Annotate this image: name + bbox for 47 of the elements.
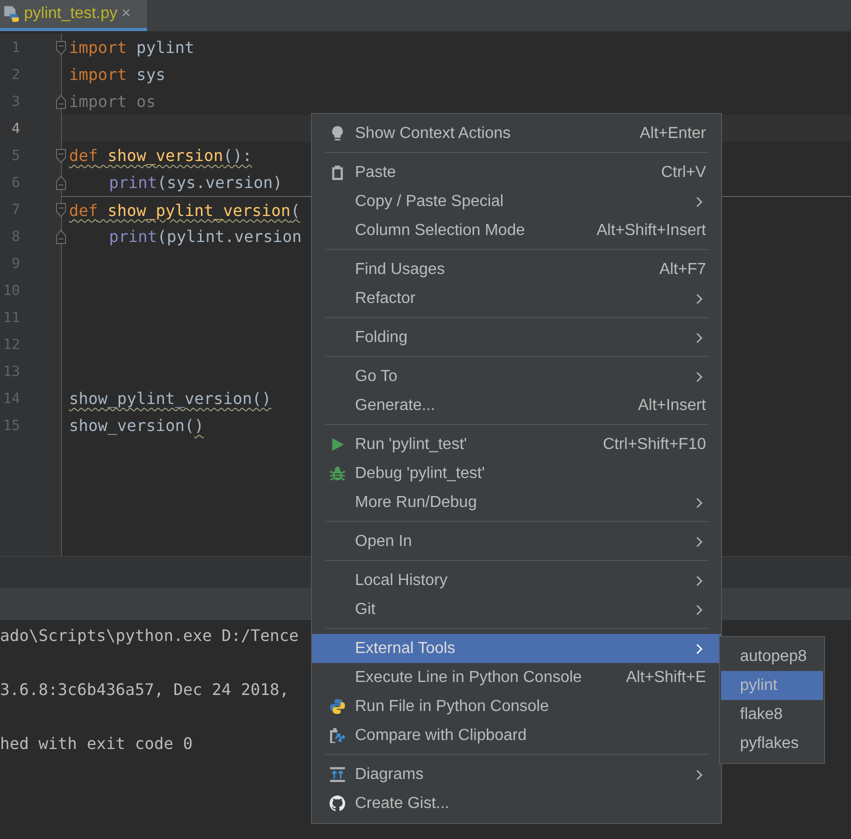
menu-item[interactable]: Git: [312, 595, 721, 624]
line-number: 4: [10, 120, 20, 136]
menu-item[interactable]: Refactor: [312, 284, 721, 313]
menu-item[interactable]: Compare with Clipboard: [312, 721, 721, 750]
menu-item[interactable]: Open In: [312, 527, 721, 556]
code-line: import os: [69, 92, 156, 111]
fold-icon[interactable]: [56, 176, 66, 190]
menu-item[interactable]: Local History: [312, 566, 721, 595]
code-line: show_version(): [69, 416, 204, 435]
menu-item[interactable]: pyflakes: [721, 729, 823, 758]
close-icon[interactable]: ×: [121, 6, 131, 22]
menu-item[interactable]: Folding: [312, 323, 721, 352]
menu-item[interactable]: Debug 'pylint_test': [312, 459, 721, 488]
fold-icon[interactable]: [56, 230, 66, 244]
fold-icon[interactable]: [56, 148, 66, 162]
menu-item[interactable]: External Tools: [312, 634, 721, 663]
code-line: import pylint: [69, 38, 194, 57]
tab-label: pylint_test.py: [24, 5, 118, 23]
menu-item[interactable]: Create Gist...: [312, 789, 721, 818]
fold-icon[interactable]: [56, 202, 66, 216]
menu-item[interactable]: Paste Ctrl+V: [312, 158, 721, 187]
menu-item[interactable]: Run 'pylint_test' Ctrl+Shift+F10: [312, 430, 721, 459]
python-file-icon: [2, 5, 20, 23]
code-line: def show_pylint_version(: [69, 200, 300, 220]
menu-item[interactable]: Generate... Alt+Insert: [312, 391, 721, 420]
menu-item[interactable]: autopep8: [721, 642, 823, 671]
menu-item[interactable]: Run File in Python Console: [312, 692, 721, 721]
code-line: print(sys.version): [108, 173, 282, 192]
console-line: hed with exit code 0: [0, 734, 193, 752]
menu-item[interactable]: Execute Line in Python Console Alt+Shift+E: [312, 663, 721, 692]
file-tab[interactable]: pylint_test.py ×: [0, 0, 147, 31]
menu-item[interactable]: flake8: [721, 700, 823, 729]
code-line: print(pylint.version: [108, 227, 302, 246]
menu-item[interactable]: Find Usages Alt+F7: [312, 255, 721, 284]
menu-item[interactable]: Show Context Actions Alt+Enter: [312, 119, 721, 148]
menu-item[interactable]: Column Selection Mode Alt+Shift+Insert: [312, 216, 721, 245]
code-line: def show_version():: [69, 146, 252, 165]
fold-icon[interactable]: [56, 94, 66, 108]
menu-item[interactable]: Copy / Paste Special: [312, 187, 721, 216]
menu-item[interactable]: Go To: [312, 362, 721, 391]
fold-icon[interactable]: [56, 40, 66, 54]
code-line: import sys: [69, 65, 166, 84]
code-line: show_pylint_version(): [69, 389, 272, 408]
menu-item[interactable]: Diagrams: [312, 760, 721, 789]
console-line: ado\Scripts\python.exe D:/Tence: [0, 626, 299, 644]
menu-item[interactable]: More Run/Debug: [312, 488, 721, 517]
console-line: 3.6.8:3c6b436a57, Dec 24 2018,: [0, 680, 289, 698]
